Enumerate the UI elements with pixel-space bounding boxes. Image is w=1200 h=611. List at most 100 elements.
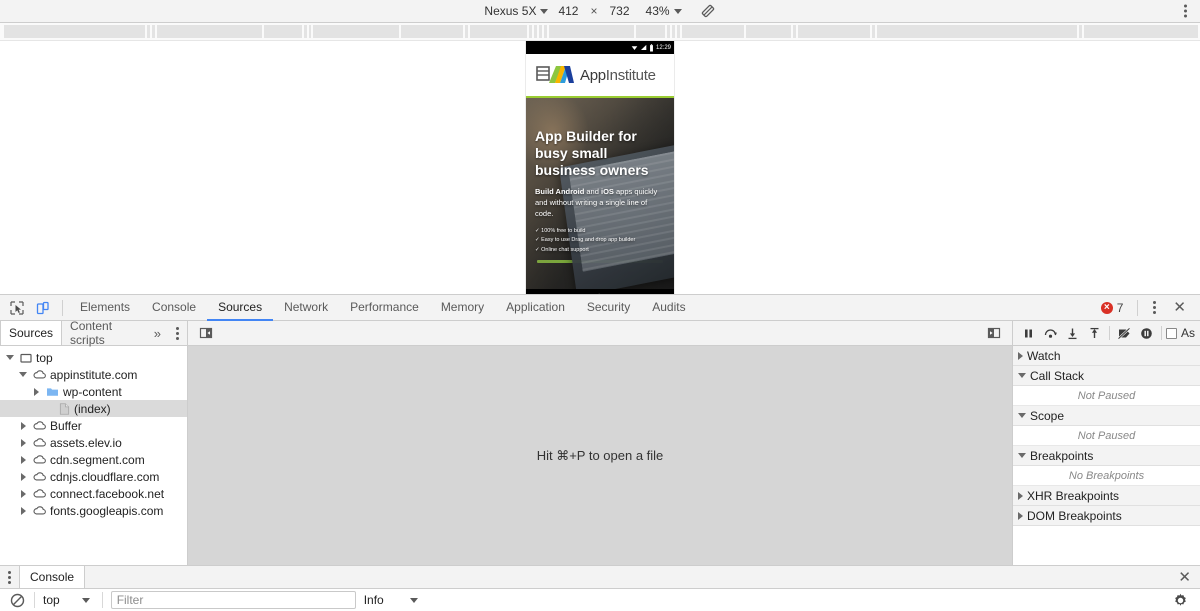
cloud-icon	[33, 420, 46, 431]
twisty-collapsed-icon[interactable]	[17, 438, 29, 447]
navigator-tab-sources[interactable]: Sources	[0, 321, 63, 345]
home-icon[interactable]: ◯	[595, 293, 604, 294]
tree-item-wp-content[interactable]: wp-content	[0, 383, 187, 400]
brand-app: App	[580, 66, 606, 84]
twisty-collapsed-icon[interactable]	[17, 506, 29, 515]
appinstitute-logo-icon[interactable]: AppInstitute	[536, 62, 656, 88]
step-into-icon[interactable]	[1062, 323, 1083, 344]
toolbar-divider	[34, 592, 35, 608]
tab-memory[interactable]: Memory	[430, 295, 495, 321]
tab-audits[interactable]: Audits	[641, 295, 696, 321]
devtools-menu-button[interactable]	[1146, 297, 1163, 318]
navigator-more-tabs-button[interactable]: »	[147, 321, 168, 345]
tree-item-label: cdnjs.cloudflare.com	[50, 469, 160, 484]
debugger-section-xhr-breakpoints[interactable]: XHR Breakpoints	[1013, 486, 1200, 506]
close-icon[interactable]: ✕	[1169, 566, 1200, 588]
more-vertical-icon-dot	[176, 336, 179, 340]
editor-toolbar	[188, 321, 1012, 346]
cloud-icon	[33, 437, 46, 448]
gear-icon[interactable]	[1169, 593, 1192, 608]
close-icon[interactable]: ✕	[1165, 298, 1194, 317]
console-filter-input[interactable]	[110, 591, 356, 609]
error-count-label: 7	[1116, 300, 1124, 315]
devtools-panel: Elements Console Sources Network Performance…	[0, 294, 1200, 565]
ruler-segment	[538, 25, 542, 38]
tab-network[interactable]: Network	[273, 295, 339, 321]
deactivate-breakpoints-icon[interactable]	[1114, 323, 1135, 344]
tree-item-label: wp-content	[63, 384, 122, 399]
tab-console[interactable]: Console	[141, 295, 207, 321]
pause-on-exceptions-icon[interactable]	[1136, 323, 1157, 344]
viewport-height-input[interactable]: 732	[610, 4, 630, 18]
show-debugger-icon[interactable]	[981, 322, 1007, 344]
tree-item-index[interactable]: (index)	[0, 400, 187, 417]
twisty-collapsed-icon[interactable]	[30, 387, 42, 396]
tree-item-connect-facebook-net[interactable]: connect.facebook.net	[0, 485, 187, 502]
device-select[interactable]: Nexus 5X	[484, 4, 549, 18]
cloud-icon	[33, 369, 46, 380]
more-vertical-icon-dot	[1184, 4, 1187, 8]
hero-feature-item: ✓ Easy to use Drag and drop app builder	[535, 237, 636, 244]
tree-item-assets-elev-io[interactable]: assets.elev.io	[0, 434, 187, 451]
more-vertical-icon-dot	[1153, 301, 1157, 304]
debugger-section-watch[interactable]: Watch	[1013, 346, 1200, 366]
more-vertical-icon-dot	[1184, 9, 1187, 13]
navigator-tab-content-scripts[interactable]: Content scripts	[62, 319, 147, 347]
debugger-sidebar: As Watch Call Stack Not Paused Scope Not Pau…	[1012, 321, 1200, 565]
debugger-section-scope[interactable]: Scope	[1013, 406, 1200, 426]
tab-console[interactable]: Console	[19, 566, 86, 588]
pause-icon[interactable]	[1018, 323, 1039, 344]
tree-item-cdn-segment-com[interactable]: cdn.segment.com	[0, 451, 187, 468]
tree-item-label: connect.facebook.net	[50, 486, 165, 501]
viewport-width-input[interactable]: 412	[558, 4, 578, 18]
twisty-collapsed-icon[interactable]	[17, 489, 29, 498]
ruler-segment	[4, 25, 146, 38]
zoom-select[interactable]: 43%	[646, 4, 682, 18]
tab-sources[interactable]: Sources	[207, 295, 274, 321]
twisty-expanded-icon[interactable]	[4, 355, 16, 360]
device-toolbar-menu-button[interactable]	[1179, 2, 1192, 21]
console-level-select[interactable]: Info	[364, 593, 418, 607]
rotate-icon[interactable]	[700, 3, 716, 19]
device-toolbar-icon[interactable]	[30, 297, 56, 319]
device-settings-group: Nexus 5X 412 × 732 43%	[0, 3, 1200, 19]
clear-console-icon[interactable]	[8, 591, 26, 609]
chevron-down-icon	[540, 8, 549, 14]
back-icon[interactable]: ◁	[547, 293, 553, 294]
inspect-cursor-icon[interactable]	[4, 297, 30, 319]
twisty-expanded-icon[interactable]	[17, 372, 29, 377]
tree-item-top[interactable]: top	[0, 349, 187, 366]
toolbar-divider	[101, 592, 103, 608]
ruler-segment	[876, 25, 1077, 38]
error-count-badge[interactable]: × 7	[1095, 301, 1130, 315]
twisty-collapsed-icon[interactable]	[17, 455, 29, 464]
async-checkbox[interactable]: As	[1166, 326, 1195, 340]
twisty-collapsed-icon[interactable]	[17, 421, 29, 430]
tab-performance[interactable]: Performance	[339, 295, 430, 321]
hero-section: App Builder for busy small business owne…	[526, 98, 674, 289]
emulated-device-screen[interactable]: 12:29 AppInstitute App Builder for busy …	[526, 41, 674, 294]
tree-item-appinstitute-com[interactable]: appinstitute.com	[0, 366, 187, 383]
step-over-icon[interactable]	[1040, 323, 1061, 344]
console-context-select[interactable]: top	[43, 593, 94, 607]
ruler-segment	[681, 25, 744, 38]
tab-security[interactable]: Security	[576, 295, 641, 321]
battery-icon	[650, 43, 653, 52]
toolbar-divider	[1161, 326, 1162, 340]
tree-item-buffer[interactable]: Buffer	[0, 417, 187, 434]
drawer-menu-button[interactable]	[0, 566, 19, 588]
twisty-collapsed-icon[interactable]	[17, 472, 29, 481]
ruler-segment	[156, 25, 262, 38]
debugger-section-breakpoints[interactable]: Breakpoints	[1013, 446, 1200, 466]
tree-item-fonts-googleapis-com[interactable]: fonts.googleapis.com	[0, 502, 187, 519]
navigator-menu-button[interactable]	[168, 321, 187, 345]
recents-icon[interactable]: ▢	[646, 293, 654, 294]
debugger-section-call-stack[interactable]: Call Stack	[1013, 366, 1200, 386]
tab-application[interactable]: Application	[495, 295, 576, 321]
show-navigator-icon[interactable]	[193, 322, 219, 344]
debugger-section-dom-breakpoints[interactable]: DOM Breakpoints	[1013, 506, 1200, 526]
tree-item-cdnjs-cloudflare-com[interactable]: cdnjs.cloudflare.com	[0, 468, 187, 485]
file-tree: top appinstitute.com wp-content (index) Buff…	[0, 346, 187, 565]
tab-elements[interactable]: Elements	[69, 295, 141, 321]
step-out-icon[interactable]	[1084, 323, 1105, 344]
